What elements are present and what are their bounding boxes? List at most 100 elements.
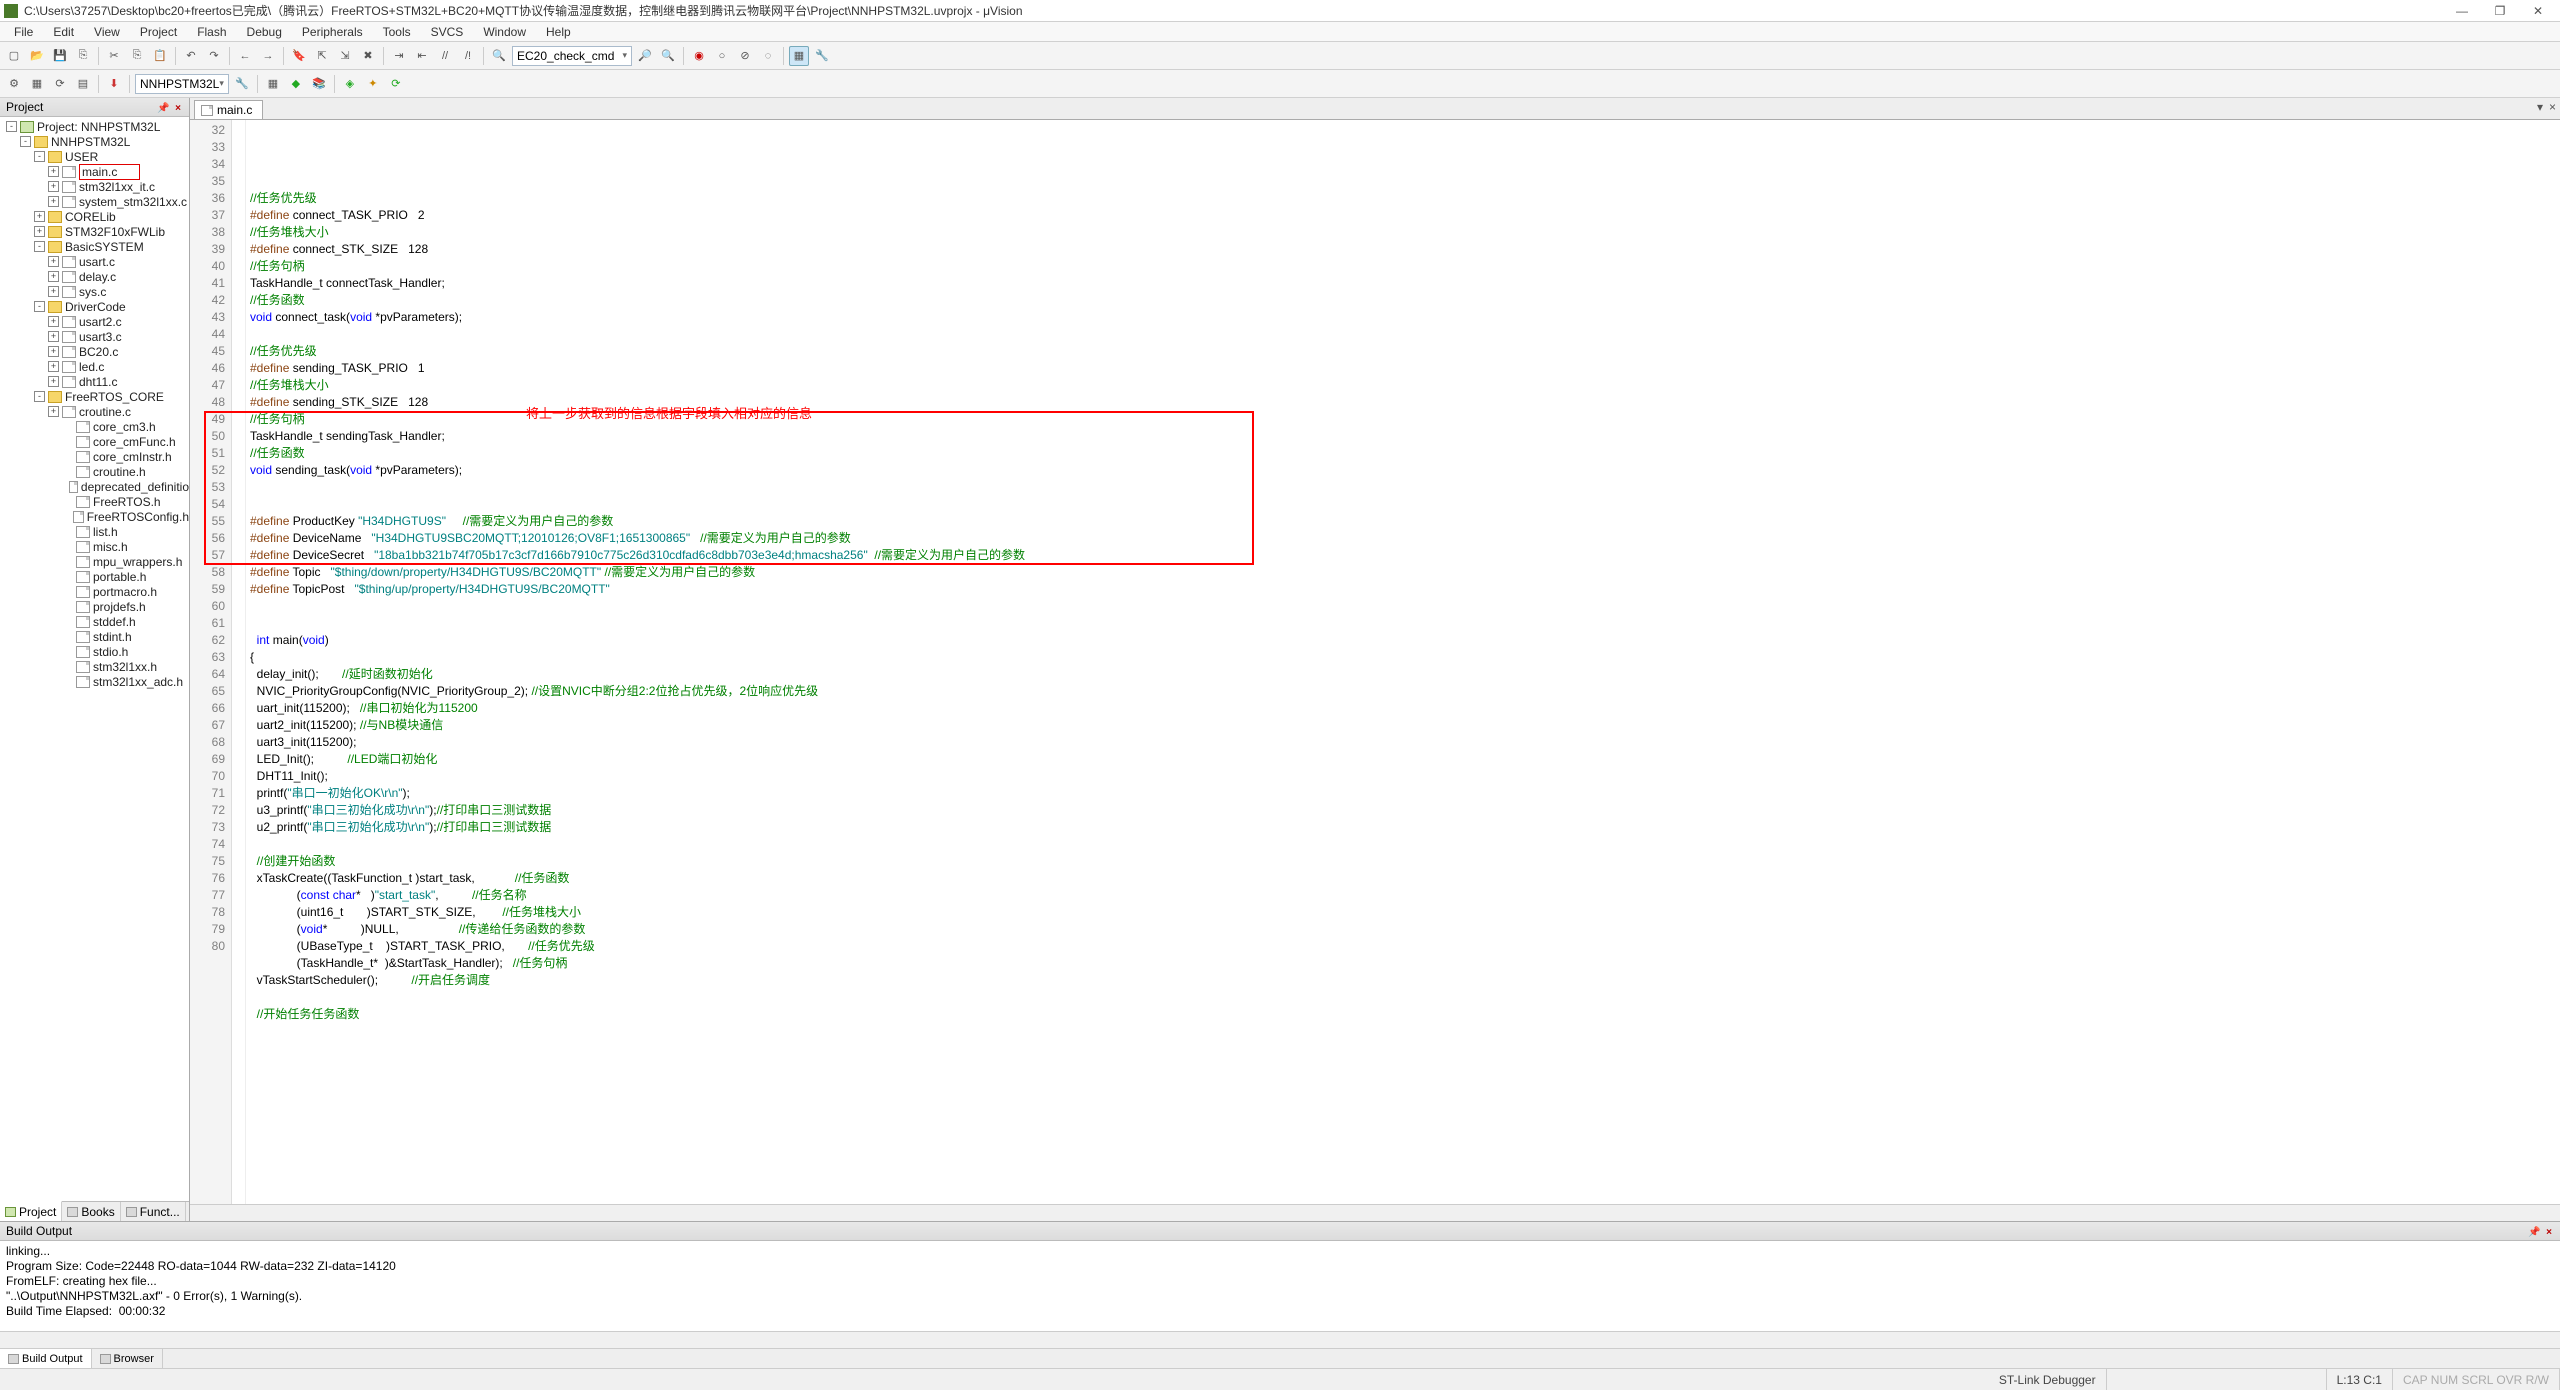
tree-node[interactable]: stdio.h xyxy=(0,644,189,659)
breakpoint-insert-icon[interactable]: ○ xyxy=(712,46,732,66)
expand-icon[interactable]: + xyxy=(48,196,59,207)
code-line[interactable]: xTaskCreate((TaskFunction_t )start_task,… xyxy=(250,870,2560,887)
tree-node[interactable]: portmacro.h xyxy=(0,584,189,599)
tree-node[interactable]: FreeRTOS.h xyxy=(0,494,189,509)
code-line[interactable]: (uint16_t )START_STK_SIZE, //任务堆栈大小 xyxy=(250,904,2560,921)
expand-icon[interactable]: + xyxy=(48,346,59,357)
menu-edit[interactable]: Edit xyxy=(45,23,82,41)
bookmark-icon[interactable]: 🔖 xyxy=(289,46,309,66)
save-icon[interactable]: 💾 xyxy=(50,46,70,66)
new-file-icon[interactable]: ▢ xyxy=(4,46,24,66)
tree-node[interactable]: -FreeRTOS_CORE xyxy=(0,389,189,404)
rebuild-icon[interactable]: ⟳ xyxy=(50,74,70,94)
close-panel-icon[interactable]: × xyxy=(173,103,183,114)
sidebar-tab-project[interactable]: Project xyxy=(0,1201,62,1221)
code-line[interactable]: void sending_task(void *pvParameters); xyxy=(250,462,2560,479)
build-output-body[interactable]: linking...Program Size: Code=22448 RO-da… xyxy=(0,1241,2560,1331)
copy-icon[interactable]: ⎘ xyxy=(127,46,147,66)
tree-node[interactable]: +system_stm32l1xx.c xyxy=(0,194,189,209)
tree-node[interactable]: +usart.c xyxy=(0,254,189,269)
cut-icon[interactable]: ✂ xyxy=(104,46,124,66)
menu-project[interactable]: Project xyxy=(132,23,185,41)
tree-node[interactable]: deprecated_definitio xyxy=(0,479,189,494)
tree-node[interactable]: misc.h xyxy=(0,539,189,554)
bookmark-clear-icon[interactable]: ✖ xyxy=(358,46,378,66)
find-in-files-icon[interactable]: 🔎 xyxy=(635,46,655,66)
code-line[interactable]: { xyxy=(250,649,2560,666)
expand-icon[interactable]: + xyxy=(48,361,59,372)
tree-node[interactable]: +led.c xyxy=(0,359,189,374)
editor-tab-main[interactable]: main.c xyxy=(194,100,263,119)
tab-dropdown-icon[interactable]: ▾ xyxy=(2537,100,2543,114)
code-line[interactable] xyxy=(250,479,2560,496)
bookmark-next-icon[interactable]: ⇲ xyxy=(335,46,355,66)
tree-node[interactable]: +stm32l1xx_it.c xyxy=(0,179,189,194)
tree-node[interactable]: FreeRTOSConfig.h xyxy=(0,509,189,524)
tree-node[interactable]: -USER xyxy=(0,149,189,164)
code-line[interactable]: uart_init(115200); //串口初始化为115200 xyxy=(250,700,2560,717)
code-line[interactable] xyxy=(250,496,2560,513)
horizontal-scrollbar[interactable] xyxy=(0,1331,2560,1348)
paste-icon[interactable]: 📋 xyxy=(150,46,170,66)
code-line[interactable]: uart2_init(115200); //与NB模块通信 xyxy=(250,717,2560,734)
code-line[interactable]: uart3_init(115200); xyxy=(250,734,2560,751)
code-line[interactable]: u2_printf("串口三初始化成功\r\n");//打印串口三测试数据 xyxy=(250,819,2560,836)
code-line[interactable]: #define Topic "$thing/down/property/H34D… xyxy=(250,564,2560,581)
menu-file[interactable]: File xyxy=(6,23,41,41)
code-line[interactable]: (TaskHandle_t* )&StartTask_Handler); //任… xyxy=(250,955,2560,972)
manage-project-icon[interactable]: ▦ xyxy=(263,74,283,94)
tree-node[interactable]: stdint.h xyxy=(0,629,189,644)
code-line[interactable]: //任务堆栈大小 xyxy=(250,377,2560,394)
expand-icon[interactable]: + xyxy=(34,226,45,237)
tree-node[interactable]: -Project: NNHPSTM32L xyxy=(0,119,189,134)
menu-svcs[interactable]: SVCS xyxy=(423,23,472,41)
batch-build-icon[interactable]: ▤ xyxy=(73,74,93,94)
code-line[interactable]: #define DeviceName "H34DHGTU9SBC20MQTT;1… xyxy=(250,530,2560,547)
code-line[interactable] xyxy=(250,615,2560,632)
code-line[interactable] xyxy=(250,326,2560,343)
collapse-icon[interactable]: - xyxy=(34,391,45,402)
project-tree[interactable]: -Project: NNHPSTM32L-NNHPSTM32L-USER+mai… xyxy=(0,117,189,1201)
tree-node[interactable]: core_cmInstr.h xyxy=(0,449,189,464)
expand-icon[interactable]: + xyxy=(34,211,45,222)
tree-node[interactable]: +sys.c xyxy=(0,284,189,299)
tree-node[interactable]: +usart3.c xyxy=(0,329,189,344)
code-line[interactable] xyxy=(250,598,2560,615)
fold-column[interactable] xyxy=(232,120,246,1204)
code-line[interactable] xyxy=(250,989,2560,1006)
tree-node[interactable]: portable.h xyxy=(0,569,189,584)
tree-node[interactable]: stm32l1xx.h xyxy=(0,659,189,674)
expand-icon[interactable]: + xyxy=(48,181,59,192)
code-line[interactable]: #define connect_STK_SIZE 128 xyxy=(250,241,2560,258)
tree-node[interactable]: croutine.h xyxy=(0,464,189,479)
code-line[interactable]: NVIC_PriorityGroupConfig(NVIC_PriorityGr… xyxy=(250,683,2560,700)
collapse-icon[interactable]: - xyxy=(34,301,45,312)
tree-node[interactable]: mpu_wrappers.h xyxy=(0,554,189,569)
code-line[interactable]: LED_Init(); //LED端口初始化 xyxy=(250,751,2560,768)
expand-icon[interactable]: + xyxy=(48,271,59,282)
maximize-button[interactable]: ❐ xyxy=(2490,4,2510,18)
expand-icon[interactable]: + xyxy=(48,376,59,387)
code-line[interactable] xyxy=(250,836,2560,853)
code-line[interactable]: DHT11_Init(); xyxy=(250,768,2560,785)
close-button[interactable]: ✕ xyxy=(2528,4,2548,18)
tree-node[interactable]: +delay.c xyxy=(0,269,189,284)
bookmark-prev-icon[interactable]: ⇱ xyxy=(312,46,332,66)
find-icon[interactable]: 🔍 xyxy=(489,46,509,66)
tree-node[interactable]: +usart2.c xyxy=(0,314,189,329)
code-line[interactable]: (void* )NULL, //传递给任务函数的参数 xyxy=(250,921,2560,938)
tree-node[interactable]: core_cmFunc.h xyxy=(0,434,189,449)
tree-node[interactable]: stm32l1xx_adc.h xyxy=(0,674,189,689)
code-line[interactable]: void connect_task(void *pvParameters); xyxy=(250,309,2560,326)
tree-node[interactable]: stddef.h xyxy=(0,614,189,629)
tools-icon[interactable]: ✦ xyxy=(363,74,383,94)
tab-close-icon[interactable]: × xyxy=(2549,100,2556,114)
configure-icon[interactable]: 🔧 xyxy=(812,46,832,66)
code-line[interactable]: //任务句柄 xyxy=(250,258,2560,275)
collapse-icon[interactable]: - xyxy=(34,241,45,252)
code-line[interactable]: //任务优先级 xyxy=(250,190,2560,207)
pin-icon[interactable]: 📌 xyxy=(157,103,169,114)
tree-node[interactable]: +dht11.c xyxy=(0,374,189,389)
refresh-icon[interactable]: ⟳ xyxy=(386,74,406,94)
code-line[interactable]: //任务函数 xyxy=(250,292,2560,309)
